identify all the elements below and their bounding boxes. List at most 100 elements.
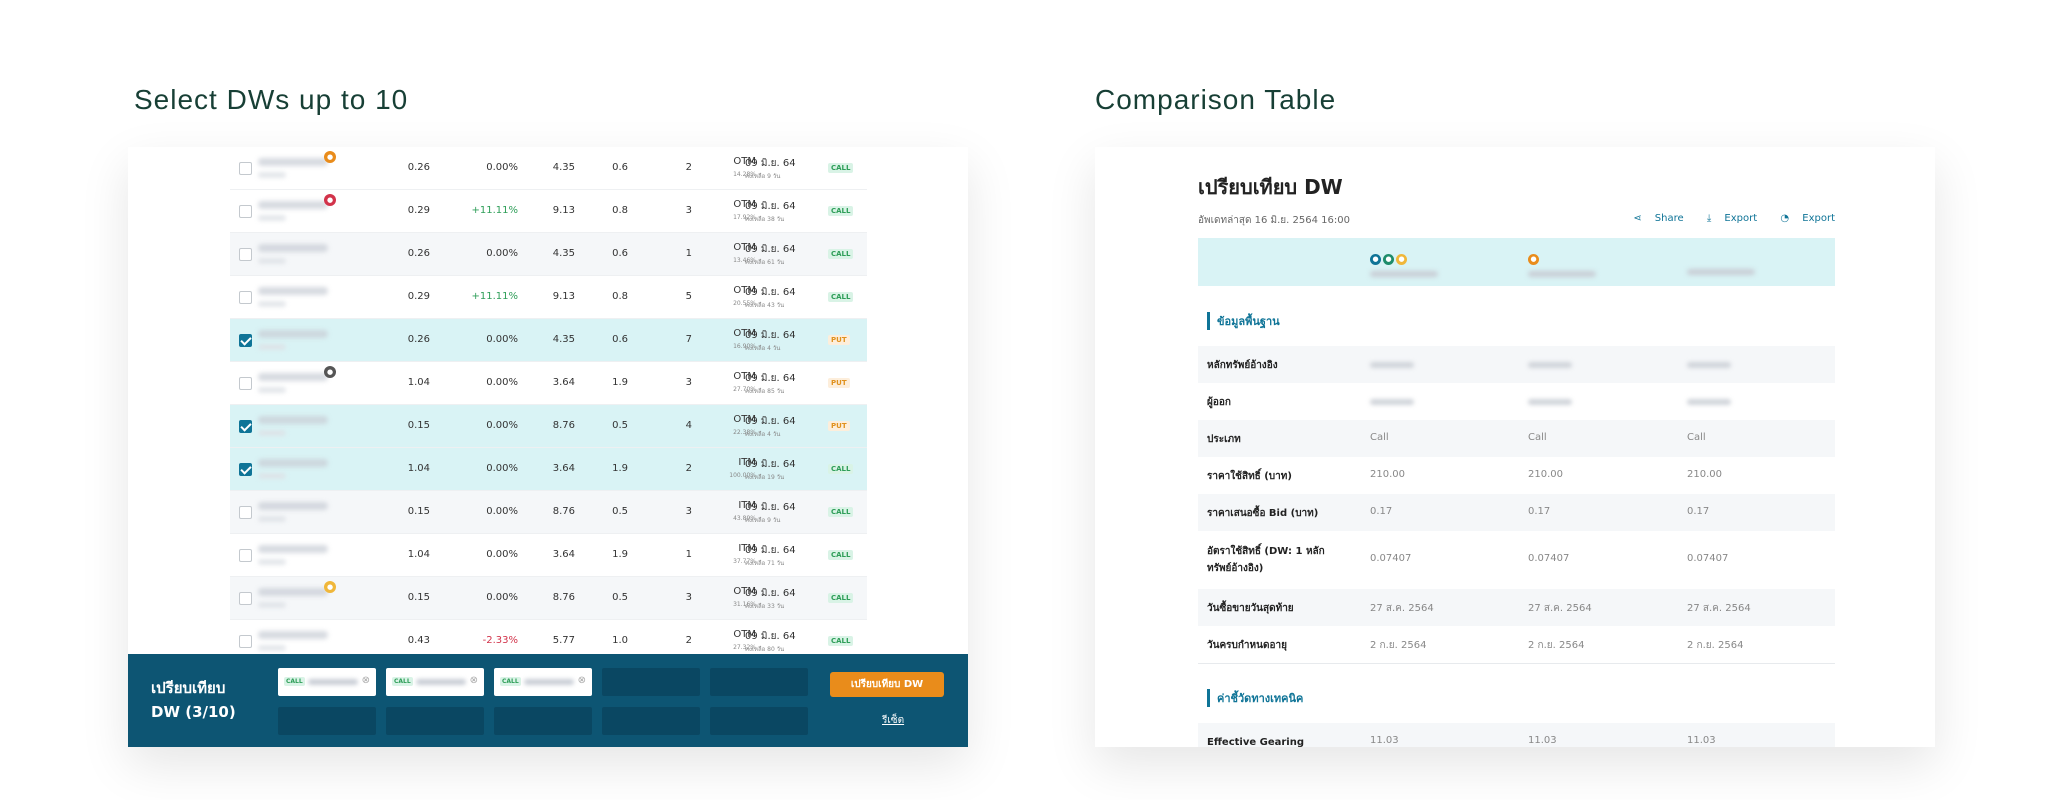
dw-checkbox[interactable] — [239, 334, 252, 347]
row-label: Effective Gearing — [1207, 736, 1305, 748]
issuer-icon: ● — [1383, 254, 1394, 265]
dw-row[interactable]: ● 0.26 0.00% 4.35 0.6 2 OTM 14.28% 09 มิ.ย. 64 คง… — [230, 147, 867, 190]
volume: 4 — [685, 420, 692, 431]
percent-change: 0.00% — [486, 377, 518, 388]
download-icon: ⤓ — [1706, 213, 1712, 224]
dw-type-tag: CALL — [392, 677, 413, 686]
days-remaining: คงเหลือ 38 วัน — [745, 216, 785, 223]
dw-name-blurred — [258, 631, 328, 639]
dw-type-tag: PUT — [828, 421, 850, 431]
dw-checkbox[interactable] — [239, 377, 252, 390]
row-label: หลักทรัพย์อ้างอิง — [1207, 359, 1278, 371]
last-trading-date: 09 มิ.ย. 64 — [745, 416, 796, 427]
last-trading-date: 09 มิ.ย. 64 — [745, 330, 796, 341]
gearing: 0.5 — [612, 592, 628, 603]
dw-row[interactable]: 0.29 +11.11% 9.13 0.8 5 OTM 20.55% 09 มิ.ย. 64 ค… — [230, 276, 867, 319]
days-remaining: คงเหลือ 9 วัน — [745, 517, 781, 524]
row-value: 27 ส.ค. 2564 — [1687, 602, 1751, 614]
empty-dw-slot[interactable] — [494, 707, 592, 735]
compare-dw-button[interactable]: เปรียบเทียบ DW — [830, 672, 944, 697]
dw-row[interactable]: 0.15 0.00% 8.76 0.5 3 ITM 43.89% 09 มิ.ย. 64 คงเ… — [230, 491, 867, 534]
selected-dw-slot[interactable]: CALL ⊗ — [494, 668, 592, 696]
dw-name-blurred — [258, 244, 328, 252]
last-trading-date: 09 มิ.ย. 64 — [745, 158, 796, 169]
dw-type-tag: PUT — [828, 335, 850, 345]
empty-dw-slot[interactable] — [602, 707, 700, 735]
export-button[interactable]: ⤓ Export — [1697, 213, 1757, 224]
empty-dw-slot[interactable] — [278, 707, 376, 735]
dw-row[interactable]: ● 1.04 0.00% 3.64 1.9 3 OTM 27.70% 09 มิ.ย. 64 คง… — [230, 362, 867, 405]
days-remaining: คงเหลือ 4 วัน — [745, 345, 781, 352]
dw-checkbox[interactable] — [239, 592, 252, 605]
dw-row[interactable]: 1.04 0.00% 3.64 1.9 2 ITM 100.00% 09 มิ.ย. 64 คง… — [230, 448, 867, 491]
percent-change: +11.11% — [471, 291, 518, 302]
dw-sub-blurred — [258, 645, 286, 651]
remove-icon[interactable]: ⊗ — [578, 675, 586, 686]
empty-dw-slot[interactable] — [710, 707, 808, 735]
dw-row[interactable]: 0.26 0.00% 4.35 0.6 7 OTM 16.90% 09 มิ.ย. 64 คงเ… — [230, 319, 867, 362]
gearing: 0.5 — [612, 420, 628, 431]
volume: 3 — [685, 592, 692, 603]
row-value: 0.17 — [1528, 505, 1551, 517]
dw-row[interactable]: 0.15 0.00% 8.76 0.5 4 OTM 22.38% 09 มิ.ย. 64 คงเ… — [230, 405, 867, 448]
row-value: 2 ก.ย. 2564 — [1528, 639, 1585, 651]
compare-column-3 — [1687, 246, 1755, 275]
dw-name-blurred — [258, 545, 328, 553]
dw-checkbox[interactable] — [239, 506, 252, 519]
dw-row[interactable]: 0.26 0.00% 4.35 0.6 1 OTM 13.46% 09 มิ.ย. 64 คงเ… — [230, 233, 867, 276]
gearing: 1.9 — [612, 463, 628, 474]
dw-checkbox[interactable] — [239, 291, 252, 304]
dw-type-tag: CALL — [828, 507, 854, 517]
gearing: 0.8 — [612, 205, 628, 216]
percent-change: -2.33% — [482, 635, 518, 646]
dw-sub-blurred — [258, 172, 286, 178]
compare-bar: เปรียบเทียบ DW (3/10) CALL ⊗ CALL ⊗ CALL ⊗ เป… — [128, 654, 968, 747]
bid-price: 1.04 — [407, 549, 430, 560]
gearing: 1.0 — [612, 635, 628, 646]
dw-checkbox[interactable] — [239, 205, 252, 218]
issuer-badge-icon: ● — [324, 194, 336, 206]
row-value: Call — [1370, 431, 1389, 443]
dw-checkbox[interactable] — [239, 635, 252, 648]
empty-dw-slot[interactable] — [602, 668, 700, 696]
volume: 7 — [685, 334, 692, 345]
dw-checkbox[interactable] — [239, 162, 252, 175]
comparison-row: อัตราใช้สิทธิ์ (DW: 1 หลักทรัพย์อ้างอิง)… — [1198, 531, 1835, 589]
underlying-price: 5.77 — [552, 635, 575, 646]
row-label: วันครบกำหนดอายุ — [1207, 639, 1287, 651]
reset-link[interactable]: รีเซ็ต — [882, 713, 904, 728]
last-trading-date: 09 มิ.ย. 64 — [745, 201, 796, 212]
dw-row[interactable]: ● 0.15 0.00% 8.76 0.5 3 OTM 31.16% 09 มิ.ย. 64 คง… — [230, 577, 867, 620]
bid-price: 0.15 — [407, 420, 430, 431]
remove-icon[interactable]: ⊗ — [362, 675, 370, 686]
volume: 1 — [685, 248, 692, 259]
dw-type-tag: CALL — [828, 292, 854, 302]
dw-type-tag: CALL — [828, 550, 854, 560]
selected-dw-slot[interactable]: CALL ⊗ — [386, 668, 484, 696]
empty-dw-slot[interactable] — [386, 707, 484, 735]
empty-dw-slot[interactable] — [710, 668, 808, 696]
share-icon: ⋖ — [1633, 213, 1642, 224]
dw-checkbox[interactable] — [239, 248, 252, 261]
bid-price: 1.04 — [407, 463, 430, 474]
dw-checkbox[interactable] — [239, 549, 252, 562]
remove-icon[interactable]: ⊗ — [470, 675, 478, 686]
comparison-row: Effective Gearing 11.03 11.03 11.03 — [1198, 723, 1835, 747]
dw-sub-blurred — [258, 516, 286, 522]
days-remaining: คงเหลือ 43 วัน — [745, 302, 785, 309]
dw-selection-panel: ● 0.26 0.00% 4.35 0.6 2 OTM 14.28% 09 มิ.ย. 64 คง… — [128, 147, 968, 747]
percent-change: 0.00% — [486, 420, 518, 431]
dw-row[interactable]: 1.04 0.00% 3.64 1.9 1 ITM 37.77% 09 มิ.ย. 64 คงเ… — [230, 534, 867, 577]
volume: 1 — [685, 549, 692, 560]
selected-dw-slot[interactable]: CALL ⊗ — [278, 668, 376, 696]
dw-row[interactable]: ● 0.29 +11.11% 9.13 0.8 3 OTM 17.92% 09 มิ.ย. 64… — [230, 190, 867, 233]
share-button[interactable]: ⋖ Share — [1623, 213, 1683, 224]
dw-checkbox[interactable] — [239, 420, 252, 433]
image-icon: ◔ — [1780, 213, 1790, 224]
row-value: 210.00 — [1370, 468, 1405, 480]
dw-checkbox[interactable] — [239, 463, 252, 476]
export-image-button[interactable]: ◔ Export — [1770, 213, 1835, 224]
bid-price: 0.15 — [407, 506, 430, 517]
dw-type-tag: PUT — [828, 378, 850, 388]
issuer-badge-icon: ● — [324, 151, 336, 163]
